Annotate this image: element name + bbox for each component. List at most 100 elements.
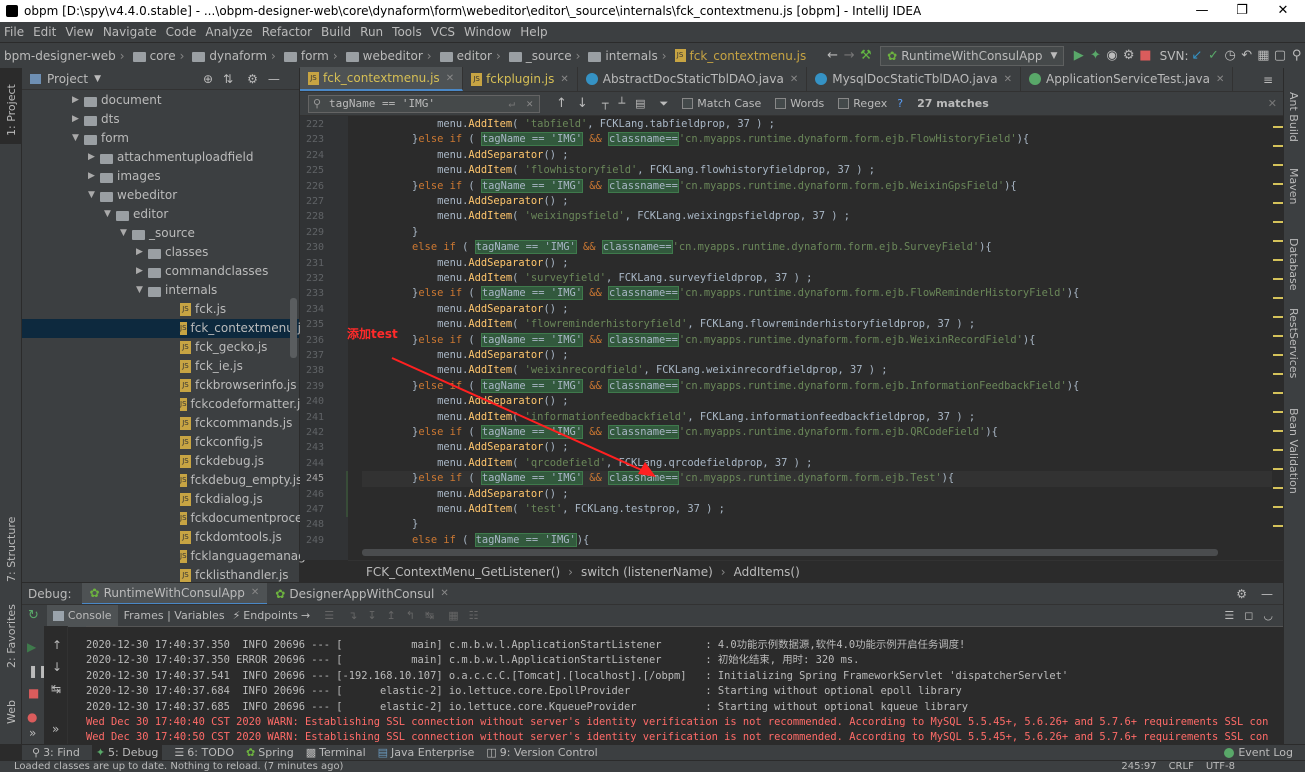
debug-session-tab[interactable]: ✿ RuntimeWithConsulApp ✕ [81,582,268,605]
search-match-marker[interactable] [1273,487,1283,489]
search-match-marker[interactable] [1273,392,1283,394]
console-output[interactable]: 2020-12-30 17:40:37.350 INFO 20696 --- [… [68,626,1283,744]
chevron-down-icon[interactable]: ▼ [94,74,101,84]
tree-folder-item[interactable]: ▼ _source [22,224,299,243]
profile-icon[interactable]: ⚙ [1120,46,1137,66]
search-match-marker[interactable] [1273,335,1283,337]
search-match-marker[interactable] [1273,373,1283,375]
structure-tool-label[interactable]: 7: Structure [5,517,18,582]
version-control-tool-button[interactable]: ◫ 9: Version Control [486,746,597,759]
structure-item[interactable]: AddItems() [734,565,800,579]
search-match-marker[interactable] [1273,240,1283,242]
tree-file-item[interactable]: JS fckdocumentprocessor [22,509,327,528]
expand-icon[interactable]: » [29,726,36,740]
previous-occurrence-icon[interactable]: ↑ [556,96,567,111]
code-editor[interactable]: menu.AddItem( 'tabfield', FCKLang.tabfie… [362,116,1272,560]
close-icon[interactable]: ✕ [1263,0,1303,22]
search-match-marker[interactable] [1273,164,1283,166]
tree-file-item[interactable]: JS fck_ie.js [22,357,299,376]
menu-navigate[interactable]: Navigate [103,25,157,39]
event-log-button[interactable]: Event Log [1224,746,1293,759]
evaluate-icon[interactable]: ▦ [448,609,458,622]
next-occurrence-icon[interactable]: ↓ [577,96,588,111]
down-arrow-icon[interactable]: ↓ [52,660,62,674]
hide-panel-icon[interactable]: — [268,72,280,86]
search-match-marker[interactable] [1273,449,1283,451]
close-icon[interactable]: ✕ [440,588,448,599]
up-arrow-icon[interactable]: ↑ [52,638,62,652]
stop-icon[interactable]: ■ [1137,46,1154,66]
chevron-right-icon[interactable]: ▶ [136,243,148,262]
menu-vcs[interactable]: VCS [431,25,455,39]
web-tool-label[interactable]: Web [5,700,18,724]
run-to-cursor-icon[interactable]: ↹ [425,609,434,622]
chevron-down-icon[interactable]: ▼ [120,224,132,243]
tree-folder-item[interactable]: ▼ editor [22,205,299,224]
match-case-label[interactable]: Match Case [697,97,761,110]
close-tab-icon[interactable]: ✕ [790,74,798,85]
tree-file-item[interactable]: JS fckdebug.js [22,452,299,471]
chevron-right-icon[interactable]: ▶ [72,110,84,129]
hide-panel-icon[interactable]: — [1261,587,1273,601]
debug-session-tab[interactable]: ✿ DesignerAppWithConsul ✕ [267,583,456,605]
tab-overflow-icon[interactable]: ≡ [1263,73,1273,87]
tree-file-item[interactable]: JS fck_contextmenu.js [22,319,307,338]
coverage-icon[interactable]: ◉ [1104,46,1121,66]
debug-icon[interactable]: ✦ [1087,46,1104,66]
chevron-down-icon[interactable]: ▼ [72,129,84,148]
settings-gear-icon[interactable]: ⚙ [247,72,258,86]
tree-scrollbar[interactable] [290,298,297,358]
trace-icon[interactable]: ☷ [469,609,479,622]
editor-tab[interactable]: ApplicationServiceTest.java ✕ [1021,67,1234,91]
chevron-right-icon[interactable]: ▶ [136,262,148,281]
editor-tab[interactable]: JS fck_contextmenu.js ✕ [300,67,464,91]
tree-folder-item[interactable]: ▶ images [22,167,299,186]
tree-file-item[interactable]: JS fckconfig.js [22,433,299,452]
search-match-marker[interactable] [1273,506,1283,508]
menu-edit[interactable]: Edit [33,25,56,39]
run-configuration-select[interactable]: ✿ RuntimeWithConsulApp ▼ [880,45,1065,66]
regex-checkbox[interactable] [838,98,850,109]
chevron-down-icon[interactable]: ▼ [104,205,116,224]
search-match-marker[interactable] [1273,468,1283,470]
regex-help-link[interactable]: ? [897,97,903,110]
back-arrow-icon[interactable]: ← [824,46,841,66]
search-match-marker[interactable] [1273,278,1283,280]
spring-tool-button[interactable]: ✿ Spring [246,746,294,759]
search-match-marker[interactable] [1273,202,1283,204]
clear-icon[interactable]: ✕ [526,96,533,112]
search-match-marker[interactable] [1273,259,1283,261]
menu-analyze[interactable]: Analyze [205,25,252,39]
chevron-right-icon[interactable]: ▶ [72,91,84,110]
search-match-marker[interactable] [1273,430,1283,432]
favorites-tool-label[interactable]: 2: Favorites [5,604,18,668]
tree-file-item[interactable]: JS fckbrowserinfo.js [22,376,299,395]
search-match-marker[interactable] [1273,297,1283,299]
restservices-tool-label[interactable]: RestServices [1287,308,1300,378]
close-tab-icon[interactable]: ✕ [1004,74,1012,85]
view-breakpoints-icon[interactable]: ● [27,710,37,724]
menu-window[interactable]: Window [464,25,511,39]
tab-endpoints[interactable]: ⚡ Endpoints → [233,609,311,622]
project-tool-label[interactable]: 1: Project [5,84,18,136]
layout-icon[interactable]: ☰ [1224,609,1234,622]
chevron-right-icon[interactable]: ▶ [88,167,100,186]
debug-tool-button[interactable]: ✦ 5: Debug [91,744,163,761]
locate-icon[interactable]: ⊕ [203,72,213,86]
rerun-icon[interactable]: ↻ [28,608,39,623]
match-case-checkbox[interactable] [682,98,694,109]
settings-gear-icon[interactable]: ⚙ [1236,587,1247,601]
close-tab-icon[interactable]: ✕ [446,73,454,84]
database-tool-label[interactable]: Database [1287,238,1300,291]
editor-tab[interactable]: MysqlDocStaticTblDAO.java ✕ [807,67,1022,91]
menu-code[interactable]: Code [166,25,197,39]
file-encoding[interactable]: UTF-8 [1206,761,1235,772]
caret-position[interactable]: 245:97 [1121,761,1156,772]
collapse-all-icon[interactable]: ⇅ [223,72,233,86]
breadcrumb-item[interactable]: form › [283,49,342,63]
tree-file-item[interactable]: JS fcklanguagemanager. [22,547,321,566]
todo-tool-button[interactable]: ☰ 6: TODO [174,746,234,759]
breadcrumb-item[interactable]: bpm-designer-web › [4,49,129,63]
svn-update-icon[interactable]: ↙ [1189,46,1206,66]
unselect-occurrence-icon[interactable]: ┴ [618,97,625,110]
